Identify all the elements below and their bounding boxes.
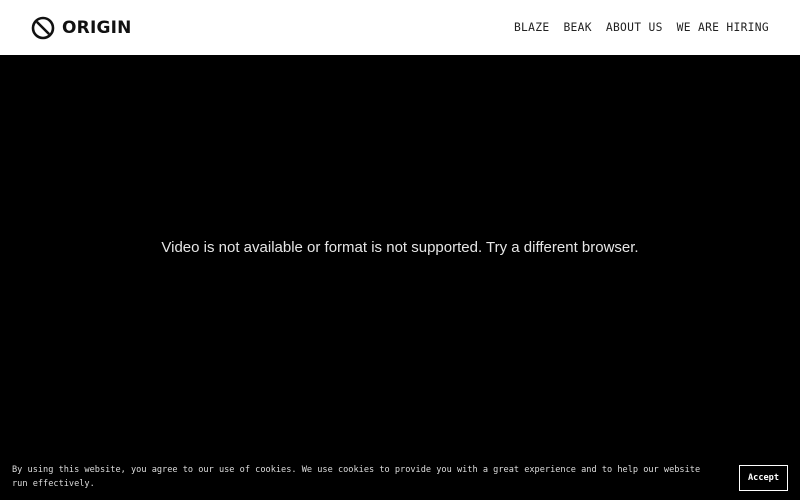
logo-text: ORIGIN bbox=[62, 18, 132, 38]
video-unavailable-message: Video is not available or format is not … bbox=[161, 239, 639, 256]
cookie-notice-text: By using this website, you agree to our … bbox=[12, 465, 701, 489]
nav-item-blaze[interactable]: BLAZE bbox=[514, 21, 550, 34]
nav-item-we-are-hiring[interactable]: WE ARE HIRING bbox=[677, 21, 769, 34]
cookie-banner: By using this website, you agree to our … bbox=[0, 456, 800, 500]
origin-logo-icon bbox=[31, 16, 55, 40]
site-header: ORIGIN BLAZE BEAK ABOUT US WE ARE HIRING bbox=[0, 0, 800, 55]
nav-item-beak[interactable]: BEAK bbox=[563, 21, 591, 34]
video-player[interactable]: Video is not available or format is not … bbox=[0, 55, 800, 500]
main-nav: BLAZE BEAK ABOUT US WE ARE HIRING bbox=[500, 0, 769, 55]
accept-cookies-button[interactable]: Accept bbox=[739, 465, 788, 491]
nav-item-about-us[interactable]: ABOUT US bbox=[606, 21, 663, 34]
logo-link[interactable]: ORIGIN bbox=[31, 15, 132, 41]
